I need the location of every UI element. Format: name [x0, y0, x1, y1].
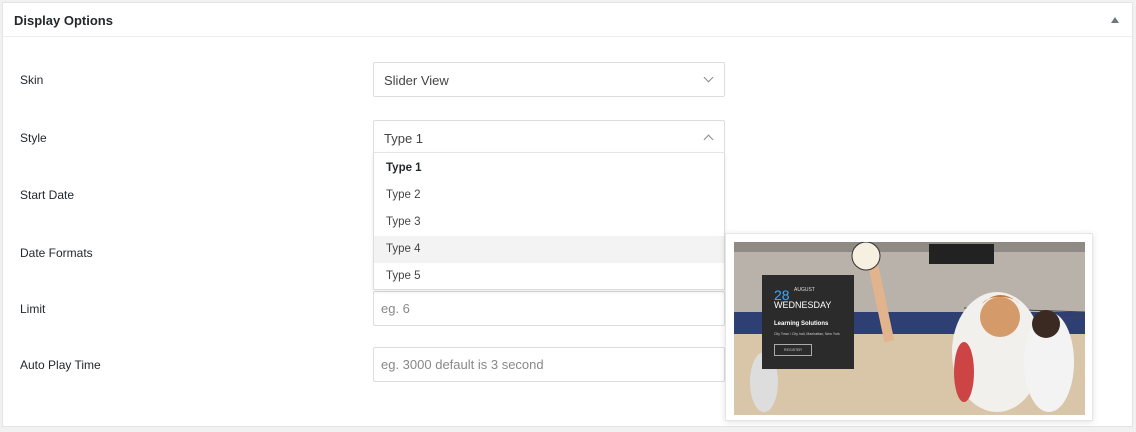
style-option[interactable]: Type 1 [374, 155, 724, 182]
event-register-button: REGISTER [774, 344, 812, 356]
style-select[interactable]: Type 1 [373, 120, 725, 155]
style-option[interactable]: Type 3 [374, 209, 724, 236]
style-option[interactable]: Type 2 [374, 182, 724, 209]
event-location: City Town / City hall, Manhattan, New Yo… [774, 332, 840, 336]
event-card: 28 AUGUST WEDNESDAY Learning Solutions C… [762, 275, 854, 369]
event-weekday: WEDNESDAY [774, 300, 832, 310]
collapse-arrow-icon[interactable] [1111, 17, 1119, 23]
panel-title: Display Options [14, 13, 113, 28]
limit-input[interactable] [373, 291, 725, 326]
skin-label: Skin [20, 73, 44, 87]
style-option[interactable]: Type 5 [374, 263, 724, 290]
event-title: Learning Solutions [774, 321, 829, 327]
skin-select[interactable]: Slider View [373, 62, 725, 97]
style-dropdown: Type 1 Type 2 Type 3 Type 4 Type 5 [373, 152, 725, 290]
auto-play-input[interactable] [373, 347, 725, 382]
style-label: Style [20, 131, 47, 145]
style-option[interactable]: Type 4 [374, 236, 724, 263]
style-select-value: Type 1 [384, 131, 424, 146]
chevron-down-icon [703, 72, 714, 83]
date-formats-label: Date Formats [20, 246, 93, 260]
auto-play-label: Auto Play Time [20, 358, 101, 372]
chevron-up-icon [703, 134, 714, 145]
preview-image: 28 AUGUST WEDNESDAY Learning Solutions C… [734, 242, 1085, 415]
limit-label: Limit [20, 302, 46, 316]
style-preview-tooltip: 28 AUGUST WEDNESDAY Learning Solutions C… [725, 233, 1093, 421]
start-date-label: Start Date [20, 188, 75, 202]
panel-header[interactable]: Display Options [3, 3, 1132, 37]
event-month: AUGUST [794, 287, 815, 293]
skin-select-value: Slider View [384, 73, 449, 88]
